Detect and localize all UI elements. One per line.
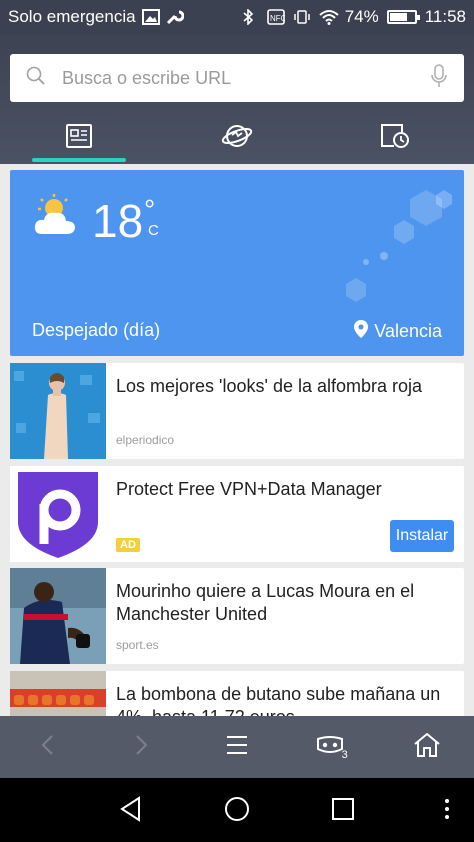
ad-card[interactable]: Protect Free VPN+Data Manager AD Instala…: [10, 466, 464, 562]
home-button[interactable]: [379, 716, 474, 778]
weather-card[interactable]: 18 ° C Despejado (día) Valencia: [10, 170, 464, 356]
active-tab-indicator: [32, 158, 126, 162]
circle-home-icon: [224, 796, 250, 827]
news-feed[interactable]: 18 ° C Despejado (día) Valencia Los mejo…: [0, 164, 474, 716]
article-thumbnail: [10, 671, 106, 716]
image-icon: [141, 9, 160, 25]
tab-history[interactable]: [316, 112, 474, 164]
temperature-unit: C: [148, 222, 159, 239]
hexagon-decoration: [334, 180, 464, 315]
browser-header: Busca o escribe URL: [0, 34, 474, 164]
article-thumbnail: [10, 568, 106, 664]
wifi-icon: [319, 9, 339, 25]
browser-toolbar: 3: [0, 716, 474, 778]
news-icon: [66, 123, 92, 153]
tab-news[interactable]: [0, 112, 158, 164]
news-card[interactable]: Los mejores 'looks' de la alfombra roja …: [10, 363, 464, 459]
partly-cloudy-icon: [32, 194, 78, 241]
app-logo: [10, 466, 106, 562]
location-pin-icon: [354, 320, 369, 343]
tabs-button[interactable]: 3: [284, 716, 379, 778]
history-icon: [380, 123, 410, 154]
ad-badge: AD: [116, 538, 140, 552]
system-recents-button[interactable]: [328, 796, 358, 826]
chevron-right-icon: [135, 734, 149, 761]
news-card[interactable]: Mourinho quiere a Lucas Moura en el Manc…: [10, 568, 464, 664]
weather-location[interactable]: Valencia: [354, 320, 442, 343]
search-bar[interactable]: Busca o escribe URL: [10, 54, 464, 102]
chevron-left-icon: [40, 734, 54, 761]
article-source: elperiodico: [116, 433, 175, 447]
news-card[interactable]: La bombona de butano sube mañana un 4%, …: [10, 671, 464, 716]
article-source: sport.es: [116, 638, 159, 652]
article-thumbnail: [10, 363, 106, 459]
incognito-tabs-icon: 3: [316, 735, 348, 761]
status-bar: Solo emergencia NFC 74% 11:58: [0, 0, 474, 34]
system-more-button[interactable]: [432, 796, 462, 826]
article-title: Mourinho quiere a Lucas Moura en el Manc…: [116, 581, 415, 624]
carrier-label: Solo emergencia: [8, 7, 136, 26]
clock: 11:58: [424, 7, 466, 26]
article-title: La bombona de butano sube mañana un 4%, …: [116, 684, 441, 716]
ad-title: Protect Free VPN+Data Manager: [116, 479, 382, 499]
bluetooth-icon: [241, 8, 259, 26]
weather-condition: Despejado (día): [32, 320, 161, 340]
search-input[interactable]: Busca o escribe URL: [62, 68, 430, 89]
tab-explore[interactable]: [158, 112, 316, 164]
home-icon: [413, 732, 441, 763]
square-recents-icon: [331, 797, 355, 826]
forward-button[interactable]: [95, 716, 190, 778]
nfc-icon: NFC: [266, 9, 286, 25]
back-button[interactable]: [0, 716, 95, 778]
svg-text:NFC: NFC: [270, 14, 285, 23]
tab-count: 3: [341, 749, 348, 761]
system-nav-bar: [0, 778, 474, 842]
install-button[interactable]: Instalar: [390, 520, 454, 552]
triangle-back-icon: [119, 795, 143, 827]
system-back-button[interactable]: [116, 795, 146, 827]
hamburger-menu-icon: [226, 735, 248, 760]
system-home-button[interactable]: [222, 796, 252, 826]
header-tabs: [0, 112, 474, 164]
vibrate-icon: [293, 9, 311, 25]
search-icon: [26, 66, 46, 91]
explore-icon: [221, 123, 253, 154]
microphone-icon[interactable]: [430, 63, 448, 93]
location-name: Valencia: [374, 321, 442, 341]
menu-button[interactable]: [190, 716, 285, 778]
vertical-dots-icon: [444, 798, 450, 825]
article-title: Los mejores 'looks' de la alfombra roja: [116, 376, 423, 396]
battery-icon: [386, 10, 420, 24]
wrench-icon: [166, 9, 185, 25]
temperature: 18: [92, 195, 144, 247]
battery-percent: 74%: [344, 7, 379, 26]
